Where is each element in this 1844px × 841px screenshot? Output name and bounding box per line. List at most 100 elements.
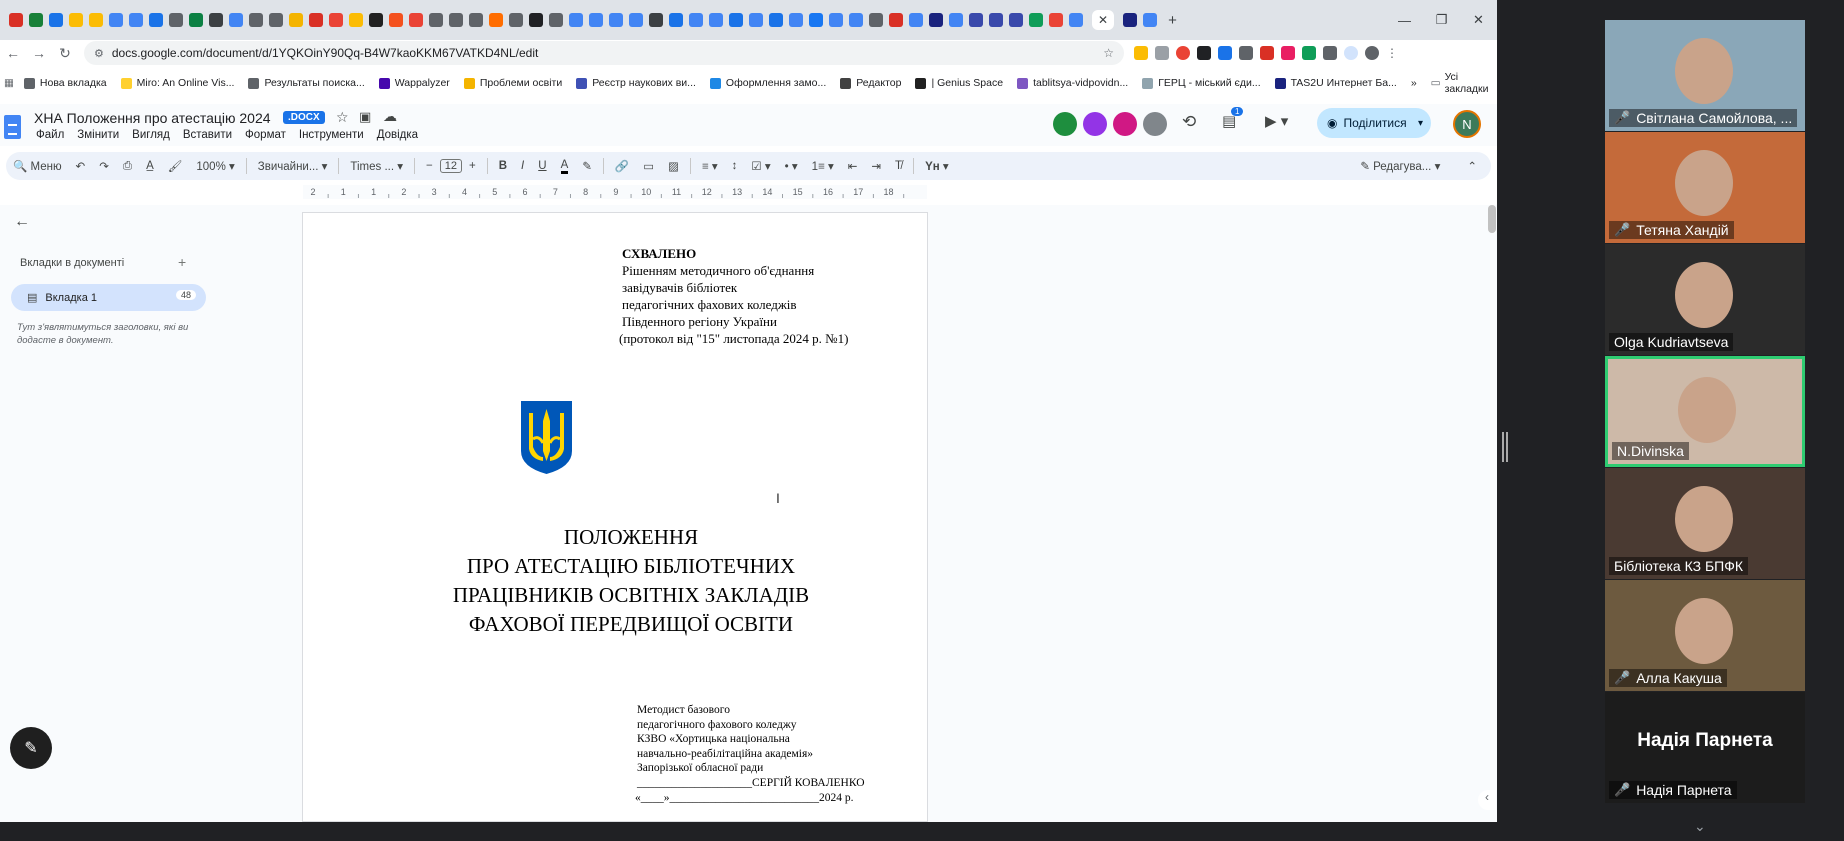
tab-favicon[interactable] bbox=[649, 13, 663, 27]
new-tab-button[interactable]: + bbox=[1168, 12, 1177, 29]
tab-favicon[interactable] bbox=[389, 13, 403, 27]
tab-favicon[interactable] bbox=[529, 13, 543, 27]
bold-icon[interactable]: B bbox=[499, 160, 507, 172]
tab-favicon[interactable] bbox=[909, 13, 923, 27]
checklist-icon[interactable]: ☑ ▾ bbox=[751, 159, 770, 173]
extension-icon[interactable] bbox=[1281, 46, 1295, 60]
tab-favicon[interactable] bbox=[769, 13, 783, 27]
tab-favicon[interactable] bbox=[789, 13, 803, 27]
extension-icon[interactable] bbox=[1302, 46, 1316, 60]
bookmarks-more-icon[interactable]: » bbox=[1411, 77, 1417, 89]
menu-item[interactable]: Вставити bbox=[183, 129, 232, 141]
tab-favicon[interactable] bbox=[1049, 13, 1063, 27]
add-comment-icon[interactable]: ▭ bbox=[643, 159, 654, 173]
tab-favicon[interactable] bbox=[69, 13, 83, 27]
tab-favicon[interactable] bbox=[1069, 13, 1083, 27]
tab-favicon[interactable] bbox=[309, 13, 323, 27]
italic-icon[interactable]: I bbox=[521, 160, 524, 172]
tab-favicon[interactable] bbox=[849, 13, 863, 27]
url-text[interactable]: docs.google.com/document/d/1YQKOinY90Qq-… bbox=[112, 46, 538, 60]
underline-icon[interactable]: U bbox=[538, 160, 546, 172]
menu-item[interactable]: Файл bbox=[36, 129, 64, 141]
restore-button[interactable]: ❐ bbox=[1423, 0, 1460, 40]
tab-favicon[interactable] bbox=[629, 13, 643, 27]
extension-icon[interactable] bbox=[1176, 46, 1190, 60]
insert-image-icon[interactable]: ▨ bbox=[668, 159, 679, 173]
side-panel-toggle-icon[interactable]: ‹ bbox=[1478, 790, 1496, 810]
tab-favicon[interactable] bbox=[729, 13, 743, 27]
tab-favicon[interactable] bbox=[709, 13, 723, 27]
tab-favicon[interactable] bbox=[129, 13, 143, 27]
tab-favicon[interactable] bbox=[9, 13, 23, 27]
undo-icon[interactable]: ↶ bbox=[76, 159, 86, 173]
tab-favicon[interactable] bbox=[229, 13, 243, 27]
tab-favicon[interactable] bbox=[509, 13, 523, 27]
tab-favicon[interactable] bbox=[409, 13, 423, 27]
tab-favicon[interactable] bbox=[809, 13, 823, 27]
tab-favicon[interactable] bbox=[829, 13, 843, 27]
tab-favicon[interactable] bbox=[1009, 13, 1023, 27]
collaborator-avatar[interactable] bbox=[1113, 112, 1137, 136]
tab-favicon[interactable] bbox=[49, 13, 63, 27]
tab-favicon[interactable] bbox=[249, 13, 263, 27]
back-button[interactable]: ← bbox=[0, 45, 26, 61]
sidebar-toggle-icon[interactable] bbox=[1344, 46, 1358, 60]
browser-menu-icon[interactable]: ⋮ bbox=[1386, 46, 1398, 60]
collaborator-avatar[interactable] bbox=[1053, 112, 1077, 136]
participant-video-tile[interactable]: 🎤 Тетяна Хандій bbox=[1605, 132, 1805, 243]
tab-favicon[interactable] bbox=[549, 13, 563, 27]
document-page[interactable]: СХВАЛЕНО Рішенням методичного об'єднання… bbox=[302, 212, 928, 822]
zoom-select[interactable]: 100% ▾ bbox=[196, 159, 234, 173]
participant-video-tile[interactable]: 🎤 Світлана Самойлова, ... bbox=[1605, 20, 1805, 131]
bookmark-star-icon[interactable]: ☆ bbox=[1103, 46, 1114, 60]
tab-favicon[interactable] bbox=[949, 13, 963, 27]
align-icon[interactable]: ≡ ▾ bbox=[702, 159, 718, 173]
tab-favicon[interactable] bbox=[169, 13, 183, 27]
tab-favicon[interactable] bbox=[29, 13, 43, 27]
tab-favicon[interactable] bbox=[1143, 13, 1158, 27]
tab-favicon[interactable] bbox=[149, 13, 163, 27]
bulleted-list-icon[interactable]: • ▾ bbox=[785, 159, 798, 173]
bookmark-item[interactable]: Оформлення замо... bbox=[709, 77, 826, 89]
pen-icon[interactable] bbox=[1197, 46, 1211, 60]
ruler[interactable]: 2 1 1 2 3 4 5 6 7 8 9 10 11 12 13 14 15 16 17 18 bbox=[303, 185, 927, 199]
link-icon[interactable]: 🔗 bbox=[615, 159, 629, 173]
apps-icon[interactable]: ▦ bbox=[4, 77, 14, 89]
extension-icon[interactable] bbox=[1218, 46, 1232, 60]
tab-favicon[interactable] bbox=[269, 13, 283, 27]
active-tab-close-icon[interactable]: ✕ bbox=[1092, 10, 1115, 30]
edit-pencil-button[interactable]: ✎ bbox=[10, 727, 52, 769]
tab-strip[interactable]: ✕ + — ❐ ✕ bbox=[0, 0, 1497, 40]
highlight-icon[interactable]: ✎ bbox=[582, 159, 592, 173]
collaborator-avatar[interactable] bbox=[1083, 112, 1107, 136]
bookmark-item[interactable]: Результаты поиска... bbox=[248, 77, 365, 89]
clear-formatting-icon[interactable]: T̸ bbox=[895, 160, 902, 172]
bookmark-item[interactable]: TAS2U Интернет Ба... bbox=[1274, 77, 1397, 89]
tab-favicon[interactable] bbox=[429, 13, 443, 27]
tab-favicon[interactable] bbox=[349, 13, 363, 27]
search-menu[interactable]: 🔍 Меню bbox=[13, 159, 62, 173]
tab-favicon[interactable] bbox=[209, 13, 223, 27]
url-field[interactable]: ⚙ docs.google.com/document/d/1YQKOinY90Q… bbox=[84, 41, 1124, 65]
more-participants-chevron-icon[interactable]: ⌄ bbox=[1694, 818, 1706, 835]
close-outline-arrow-icon[interactable]: ← bbox=[14, 213, 30, 231]
extension-icon[interactable] bbox=[1260, 46, 1274, 60]
panel-resize-handle[interactable] bbox=[1502, 432, 1508, 462]
input-tools-icon[interactable]: Yн ▾ bbox=[925, 159, 949, 173]
menu-item[interactable]: Змінити bbox=[77, 129, 119, 141]
menu-item[interactable]: Вигляд bbox=[132, 129, 170, 141]
tab-favicon[interactable] bbox=[1123, 13, 1138, 27]
increase-indent-icon[interactable]: ⇥ bbox=[871, 159, 881, 173]
share-button[interactable]: ◉ Поділитися ▾ bbox=[1317, 108, 1431, 138]
tab-favicon[interactable] bbox=[109, 13, 123, 27]
tab-favicon[interactable] bbox=[189, 13, 203, 27]
tab-favicon[interactable] bbox=[749, 13, 763, 27]
minimize-button[interactable]: — bbox=[1386, 0, 1423, 40]
document-title[interactable]: ХНА Положення про атестацію 2024 bbox=[34, 110, 271, 126]
move-folder-icon[interactable]: ▣ bbox=[359, 109, 371, 125]
docs-logo-icon[interactable] bbox=[4, 115, 21, 139]
tab-favicon[interactable] bbox=[1029, 13, 1043, 27]
tab-favicon[interactable] bbox=[589, 13, 603, 27]
line-spacing-icon[interactable]: ↕ bbox=[732, 160, 738, 172]
extension-icon[interactable] bbox=[1239, 46, 1253, 60]
